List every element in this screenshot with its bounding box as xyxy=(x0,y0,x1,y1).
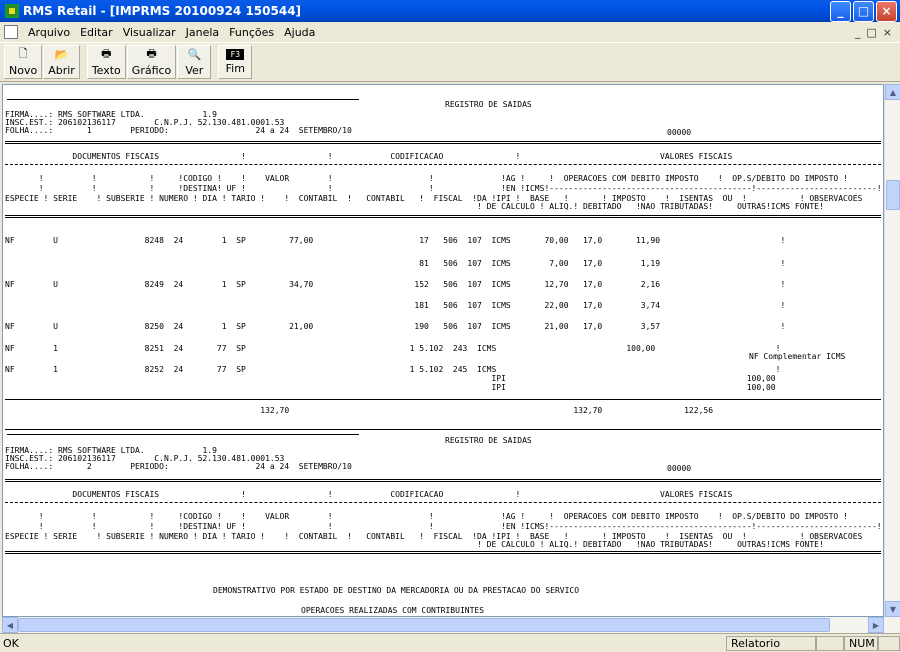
header-row-5: ! DE CALCULO ! ALIQ.! DEBITADO !NAO TRIB… xyxy=(5,202,824,211)
table-row: NF 1 8252 24 77 SP 1 5.102 245 ICMS ! xyxy=(5,365,781,374)
menu-editar[interactable]: Editar xyxy=(75,26,118,39)
print-icon: 🖶 xyxy=(101,47,112,60)
divider xyxy=(5,164,881,165)
grafico-label: Gráfico xyxy=(131,63,172,77)
status-mode: Relatorio xyxy=(726,635,816,651)
folha-line: FOLHA....: 1 PERIODO: 24 a 24 SETEMBRO/1… xyxy=(5,126,352,135)
report-title: REGISTRO DE SAIDAS xyxy=(445,100,532,109)
table-row: 181 506 107 ICMS 22,00 17,0 3,74 ! xyxy=(5,301,786,310)
grafico-button[interactable]: 🖶 Gráfico xyxy=(126,45,177,79)
page-code: 00000 xyxy=(667,464,692,473)
divider xyxy=(5,429,881,430)
preview-icon: 🔍 xyxy=(187,48,202,61)
header-row-2: ! ! ! !CODIGO ! ! VALOR ! ! !AG ! ! OPER… xyxy=(5,174,848,183)
menu-arquivo[interactable]: Arquivo xyxy=(23,26,75,39)
f3-key-icon: F3 xyxy=(226,49,245,60)
minimize-button[interactable]: _ xyxy=(830,0,851,22)
mdi-minimize-button[interactable]: _ xyxy=(855,26,861,39)
vertical-scrollbar[interactable]: ▲ ▼ xyxy=(884,84,900,617)
texto-label: Texto xyxy=(91,63,121,77)
divider xyxy=(5,551,881,554)
horizontal-scrollbar[interactable]: ◀ ▶ xyxy=(2,617,900,633)
ver-label: Ver xyxy=(185,63,204,77)
title-bar[interactable]: RMS Retail - [IMPRMS 20100924 150544] _ … xyxy=(0,0,900,22)
header-row-3: ! ! ! !DESTINA! UF ! ! ! !EN !ICMS!-----… xyxy=(5,522,882,531)
header-row-2: ! ! ! !CODIGO ! ! VALOR ! ! !AG ! ! OPER… xyxy=(5,512,848,521)
menu-visualizar[interactable]: Visualizar xyxy=(118,26,181,39)
close-button[interactable]: × xyxy=(876,0,897,22)
scroll-right-icon[interactable]: ▶ xyxy=(868,617,884,633)
scroll-left-icon[interactable]: ◀ xyxy=(2,617,18,633)
header-row-1: DOCUMENTOS FISCAIS ! ! CODIFICACAO ! VAL… xyxy=(5,490,884,499)
table-row: NF U 8250 24 1 SP 21,00 190 506 107 ICMS… xyxy=(5,322,786,331)
abrir-button[interactable]: 📂 Abrir xyxy=(43,45,80,79)
status-bar: OK Relatorio NUM xyxy=(0,633,900,652)
table-row: IPI 100,00 xyxy=(5,383,776,392)
ver-button[interactable]: 🔍 Ver xyxy=(177,45,212,79)
observation-note: NF Complementar ICMS xyxy=(749,352,846,361)
report-title: REGISTRO DE SAIDAS xyxy=(445,436,532,445)
header-row-3: ! ! ! !DESTINA! UF ! ! ! !EN !ICMS!-----… xyxy=(5,184,882,193)
divider xyxy=(7,99,359,100)
status-num: NUM xyxy=(844,635,878,651)
novo-button[interactable]: 🗋 Novo xyxy=(4,45,43,79)
header-row-1: DOCUMENTOS FISCAIS ! ! CODIFICACAO ! VAL… xyxy=(5,152,884,161)
scroll-thumb[interactable] xyxy=(886,180,900,210)
texto-button[interactable]: 🖶 Texto xyxy=(86,45,126,79)
divider xyxy=(7,434,359,435)
document-icon[interactable] xyxy=(4,25,18,39)
hscroll-thumb[interactable] xyxy=(18,618,830,632)
divider xyxy=(5,479,881,482)
page-code: 00000 xyxy=(667,128,692,137)
status-empty xyxy=(878,635,900,651)
status-text: OK xyxy=(3,636,19,650)
demonstrativo-heading: DEMONSTRATIVO POR ESTADO DE DESTINO DA M… xyxy=(213,586,580,595)
menu-funcoes[interactable]: Funções xyxy=(224,26,279,39)
mdi-restore-button[interactable]: □ xyxy=(866,26,876,39)
fim-label: Fim xyxy=(225,62,245,75)
table-row: NF U 8249 24 1 SP 34,70 152 506 107 ICMS… xyxy=(5,280,786,289)
operacoes-heading: OPERACOES REALIZADAS COM CONTRIBUINTES xyxy=(301,606,485,615)
novo-label: Novo xyxy=(9,63,38,77)
report-viewer[interactable]: REGISTRO DE SAIDAS FIRMA....: RMS SOFTWA… xyxy=(2,84,884,617)
divider xyxy=(5,399,881,400)
abrir-label: Abrir xyxy=(48,63,75,77)
divider xyxy=(5,215,881,218)
status-empty xyxy=(816,635,844,651)
scroll-up-icon[interactable]: ▲ xyxy=(885,84,900,100)
divider xyxy=(5,502,881,503)
table-row: NF 1 8251 24 77 SP 1 5.102 243 ICMS 100,… xyxy=(5,344,781,353)
menu-ajuda[interactable]: Ajuda xyxy=(279,26,320,39)
table-row: NF U 8248 24 1 SP 77,00 17 506 107 ICMS … xyxy=(5,236,786,245)
table-row: 81 506 107 ICMS 7,00 17,0 1,19 ! xyxy=(5,259,786,268)
divider xyxy=(5,141,881,144)
scroll-down-icon[interactable]: ▼ xyxy=(885,601,900,617)
toolbar: 🗋 Novo 📂 Abrir 🖶 Texto 🖶 Gráfico 🔍 Ver F… xyxy=(0,42,900,82)
totals-row: 132,70 132,70 122,56 IPI = 100,00 xyxy=(260,406,714,415)
open-folder-icon: 📂 xyxy=(54,48,69,61)
menu-janela[interactable]: Janela xyxy=(181,26,225,39)
header-row-5: ! DE CALCULO ! ALIQ.! DEBITADO !NAO TRIB… xyxy=(5,540,824,549)
maximize-button[interactable]: □ xyxy=(853,0,874,22)
mdi-close-button[interactable]: × xyxy=(883,26,892,39)
window-title: RMS Retail - [IMPRMS 20100924 150544] xyxy=(23,4,302,18)
print-graphic-icon: 🖶 xyxy=(146,47,157,60)
app-icon xyxy=(5,4,19,18)
menu-bar: Arquivo Editar Visualizar Janela Funções… xyxy=(0,22,900,42)
table-row: IPI 100,00 xyxy=(5,374,776,383)
new-doc-icon: 🗋 xyxy=(18,47,28,60)
folha-line: FOLHA....: 2 PERIODO: 24 a 24 SETEMBRO/1… xyxy=(5,462,352,471)
fim-button[interactable]: F3 Fim xyxy=(218,45,253,79)
